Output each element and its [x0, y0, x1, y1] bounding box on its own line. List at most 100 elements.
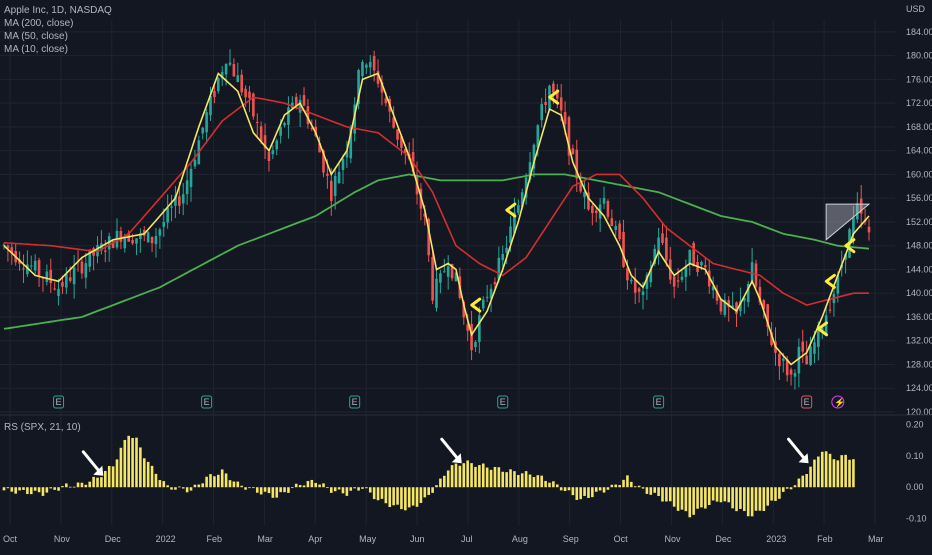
rs-bar [283, 487, 286, 493]
rs-bar [333, 487, 337, 492]
price-tick-label: 140.00 [906, 288, 932, 298]
candle-body [563, 112, 567, 125]
candle-body [154, 236, 158, 245]
rs-bar [758, 487, 762, 511]
rs-bar [552, 481, 555, 488]
price-tick-label: 160.00 [906, 169, 932, 179]
rs-bar [322, 483, 325, 488]
rs-bar [700, 487, 703, 508]
rs-bar [649, 487, 653, 495]
candle-body [22, 268, 25, 270]
rs-bar [181, 487, 185, 489]
candle-body [181, 194, 185, 204]
rs-bar [727, 487, 731, 503]
candle-body [217, 78, 220, 92]
candle-body [396, 129, 399, 140]
candle-body [700, 261, 703, 266]
rs-bar [797, 478, 801, 488]
rs-bar [454, 463, 458, 488]
candle-body [84, 263, 88, 278]
candle-body [329, 180, 333, 202]
rs-bar [68, 486, 72, 488]
rs-bar [267, 487, 271, 494]
time-tick-label: Jun [410, 534, 425, 544]
rs-bar [255, 487, 259, 493]
rs-bar [396, 487, 399, 505]
candle-body [302, 95, 306, 106]
rs-bar [248, 487, 251, 489]
candle-body [493, 282, 497, 285]
rs-bar [205, 476, 208, 488]
candle-body [630, 279, 633, 282]
candle-body [828, 309, 832, 311]
candle-body [661, 233, 664, 243]
rs-bar [45, 487, 49, 493]
ma200-legend[interactable]: MA (200, close) [4, 17, 112, 30]
rs-bar [178, 486, 181, 488]
price-tick-label: 132.00 [906, 336, 932, 346]
candle-body [501, 253, 505, 261]
rs-bar [657, 487, 660, 496]
rs-bar [224, 473, 228, 488]
candle-body [146, 232, 150, 243]
rs-bar [707, 487, 711, 505]
candle-body [618, 223, 621, 240]
candle-body [341, 158, 345, 170]
rs-bar [357, 487, 360, 491]
candle-body [540, 103, 544, 121]
candle-body [244, 88, 247, 98]
rs-bar [665, 487, 668, 502]
rs-bar [696, 487, 699, 509]
rs-bar [275, 487, 279, 498]
candle-body [442, 271, 446, 273]
candle-body [606, 200, 610, 217]
rs-bar [692, 487, 695, 515]
rs-bar [442, 475, 446, 488]
rs-bar [450, 465, 454, 488]
rs-bar [501, 471, 505, 488]
rs-bar [29, 487, 33, 495]
rs-bar [832, 459, 836, 488]
ma50-legend[interactable]: MA (50, close) [4, 30, 112, 43]
rs-bar [193, 484, 197, 488]
time-tick-label: May [359, 534, 377, 544]
rs-bar [84, 484, 88, 488]
rs-bar [131, 437, 134, 488]
rs-bar [505, 472, 508, 488]
rs-bar [400, 487, 403, 510]
rs-bar [622, 479, 625, 488]
rs-bar [746, 487, 750, 517]
candle-body [544, 102, 547, 105]
rs-bar [680, 487, 684, 510]
ma10-legend[interactable]: MA (10, close) [4, 43, 112, 56]
rs-bar [2, 487, 6, 491]
candle-body [579, 184, 582, 192]
candle-body [49, 269, 53, 284]
rs-bar [298, 485, 302, 488]
candle-body [439, 273, 442, 283]
rs-bar [462, 463, 466, 488]
candle-body [68, 277, 72, 281]
rs-bar [852, 459, 855, 488]
candle-body [485, 296, 489, 298]
rs-bar [731, 487, 734, 509]
rs-bar [329, 487, 333, 493]
rs-bar [489, 469, 493, 488]
rs-bar [446, 470, 450, 488]
rs-bar [735, 487, 738, 512]
rs-bar [310, 479, 314, 488]
rs-bar [591, 487, 594, 498]
rs-bar [571, 487, 575, 496]
candle-body [793, 373, 797, 377]
rs-bar [719, 487, 723, 503]
rs-bar [704, 487, 707, 509]
rs-bar [146, 461, 150, 488]
candle-body [259, 126, 263, 142]
rs-bar [213, 476, 216, 488]
rs-bar [100, 477, 103, 488]
candle-body [267, 151, 271, 162]
rs-bar [368, 487, 372, 493]
rs-legend[interactable]: RS (SPX, 21, 10) [4, 422, 81, 433]
candle-body [57, 288, 60, 296]
candle-body [517, 205, 520, 213]
